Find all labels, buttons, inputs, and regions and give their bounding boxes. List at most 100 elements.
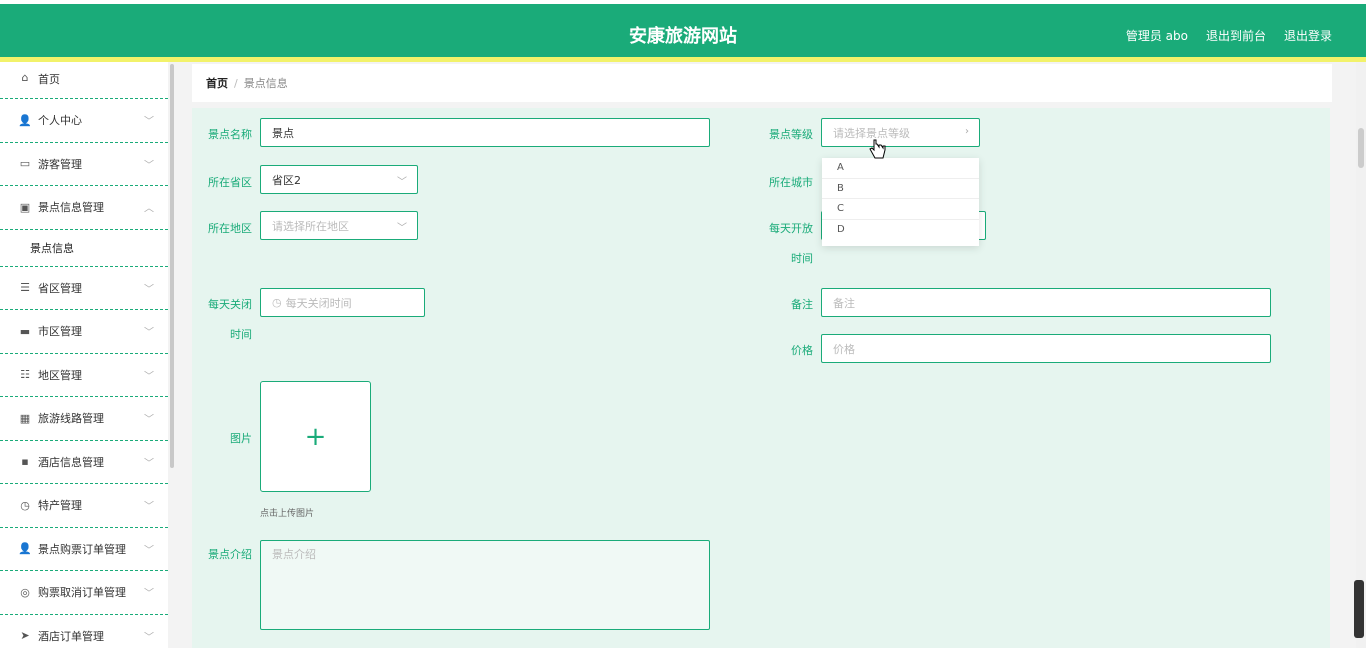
note-input[interactable]: 备注 <box>821 288 1271 317</box>
send-icon: ➤ <box>20 629 30 643</box>
sidebar-item-home[interactable]: ⌂ 首页 <box>0 62 168 99</box>
sidebar-item-specialty[interactable]: ◷ 特产管理 ﹀ <box>0 484 168 528</box>
sliders-icon: ☷ <box>20 368 30 382</box>
level-dropdown: A B C D <box>822 158 979 246</box>
logout-link[interactable]: 退出登录 <box>1284 27 1332 44</box>
ticket-icon: ▦ <box>19 411 31 425</box>
scrollbar-thumb[interactable] <box>1358 128 1364 168</box>
chevron-down-icon: ﹀ <box>144 116 154 128</box>
chevron-down-icon: ﹀ <box>397 223 407 234</box>
sidebar-item-hotels[interactable]: ▪ 酒店信息管理 ﹀ <box>0 441 168 484</box>
sidebar-item-label: 首页 <box>38 73 60 86</box>
region-placeholder: 请选择所在地区 <box>272 219 349 233</box>
sidebar: ⌂ 首页 👤 个人中心 ﹀ ▭ 游客管理 ﹀ ▣ 景点信息管理 ︿ 景点信息 ☰… <box>0 62 168 648</box>
chevron-down-icon: ﹀ <box>144 545 154 557</box>
breadcrumb-separator: / <box>234 76 238 90</box>
sidebar-item-label: 游客管理 <box>38 157 82 171</box>
top-bar: 安康旅游网站 管理员 abo 退出到前台 退出登录 <box>0 4 1366 58</box>
sidebar-subitem-scenic-info[interactable]: 景点信息 <box>0 230 168 267</box>
name-label: 景点名称 <box>208 128 252 141</box>
page-scrollbar[interactable] <box>1356 62 1366 648</box>
sidebar-item-label: 购票取消订单管理 <box>38 586 126 600</box>
price-label: 价格 <box>791 344 813 357</box>
chevron-down-icon: ﹀ <box>144 501 154 513</box>
admin-label[interactable]: 管理员 abo <box>1126 27 1188 44</box>
intro-textarea[interactable]: 景点介绍 <box>260 540 710 630</box>
sidebar-item-ticket-orders[interactable]: 👤 景点购票订单管理 ﹀ <box>0 528 168 571</box>
chevron-down-icon: ﹀ <box>144 414 154 426</box>
chevron-down-icon: ﹀ <box>144 588 154 600</box>
chevron-up-icon: ︿ <box>144 203 154 215</box>
province-value: 省区2 <box>272 173 301 187</box>
home-icon: ⌂ <box>21 71 29 84</box>
open-time-label-2: 时间 <box>791 252 813 265</box>
close-time-label-1: 每天关闭 <box>208 298 252 311</box>
chevron-down-icon: ﹀ <box>144 284 154 296</box>
list-icon: ☰ <box>20 281 30 295</box>
sidebar-item-label: 市区管理 <box>38 325 82 339</box>
image-label: 图片 <box>230 432 252 445</box>
close-time-input[interactable]: ◷ 每天关闭时间 <box>260 288 425 317</box>
id-card-icon: ▭ <box>19 157 31 171</box>
sidebar-item-visitors[interactable]: ▭ 游客管理 ﹀ <box>0 143 168 186</box>
sidebar-item-cancel-orders[interactable]: ◎ 购票取消订单管理 ﹀ <box>0 571 168 615</box>
breadcrumb: 首页 / 景点信息 <box>192 64 1332 102</box>
sidebar-item-label: 旅游线路管理 <box>38 412 104 426</box>
clipboard-icon: ▣ <box>19 200 31 214</box>
level-option-c[interactable]: C <box>822 199 979 220</box>
name-input[interactable]: 景点 <box>260 118 710 147</box>
province-label: 所在省区 <box>208 176 252 189</box>
chevron-right-icon: › <box>965 126 969 137</box>
chevron-down-icon: ﹀ <box>144 327 154 339</box>
top-right-links: 管理员 abo 退出到前台 退出登录 <box>1126 27 1332 44</box>
chevron-down-icon: ﹀ <box>144 632 154 644</box>
sidebar-item-scenic[interactable]: ▣ 景点信息管理 ︿ <box>0 186 168 230</box>
clock-icon: ◷ <box>20 498 30 512</box>
note-label: 备注 <box>791 298 813 311</box>
price-input[interactable]: 价格 <box>821 334 1271 363</box>
intro-label: 景点介绍 <box>208 548 252 561</box>
province-select[interactable]: 省区2 ﹀ <box>260 165 418 194</box>
sidebar-item-personal[interactable]: 👤 个人中心 ﹀ <box>0 99 168 143</box>
sidebar-item-label: 景点购票订单管理 <box>38 542 126 556</box>
chevron-down-icon: ﹀ <box>397 177 407 188</box>
compass-icon: ◎ <box>20 585 30 599</box>
level-option-d[interactable]: D <box>822 220 979 241</box>
close-time-label-2: 时间 <box>230 328 252 341</box>
open-time-label-1: 每天开放 <box>769 222 813 235</box>
chevron-down-icon: ﹀ <box>144 160 154 172</box>
region-select[interactable]: 请选择所在地区 ﹀ <box>260 211 418 240</box>
chevron-down-icon: ﹀ <box>144 458 154 470</box>
level-label: 景点等级 <box>769 128 813 141</box>
level-option-a[interactable]: A <box>822 158 979 179</box>
user-icon: 👤 <box>18 113 32 127</box>
sidebar-item-region[interactable]: ☷ 地区管理 ﹀ <box>0 354 168 397</box>
to-front-link[interactable]: 退出到前台 <box>1206 27 1266 44</box>
sidebar-item-label: 地区管理 <box>38 368 82 382</box>
level-option-b[interactable]: B <box>822 179 979 199</box>
breadcrumb-current: 景点信息 <box>243 77 288 90</box>
volume-widget <box>1354 580 1364 638</box>
plus-icon: + <box>304 421 327 452</box>
header-accent-bar <box>0 57 1366 62</box>
chevron-down-icon: ﹀ <box>144 371 154 383</box>
sidebar-item-label: 酒店订单管理 <box>38 629 104 643</box>
sidebar-item-city[interactable]: ▬ 市区管理 ﹀ <box>0 310 168 354</box>
sidebar-item-label: 特产管理 <box>38 499 82 513</box>
close-time-placeholder: 每天关闭时间 <box>285 296 352 310</box>
level-select[interactable]: 请选择景点等级 › <box>821 118 980 147</box>
user-icon: 👤 <box>18 542 32 556</box>
clock-icon: ◷ <box>272 296 282 309</box>
region-label: 所在地区 <box>208 222 252 235</box>
sidebar-item-routes[interactable]: ▦ 旅游线路管理 ﹀ <box>0 397 168 441</box>
sidebar-scrollbar[interactable] <box>170 64 174 468</box>
hand-cursor-icon <box>869 139 886 159</box>
sidebar-item-hotel-orders[interactable]: ➤ 酒店订单管理 ﹀ <box>0 615 168 648</box>
sidebar-item-label: 省区管理 <box>38 281 82 295</box>
image-upload-button[interactable]: + <box>260 381 371 492</box>
breadcrumb-home[interactable]: 首页 <box>206 75 228 91</box>
sidebar-item-label: 景点信息管理 <box>38 201 104 215</box>
comment-icon: ▪ <box>21 455 29 469</box>
sidebar-item-province[interactable]: ☰ 省区管理 ﹀ <box>0 267 168 310</box>
city-label: 所在城市 <box>769 176 813 189</box>
